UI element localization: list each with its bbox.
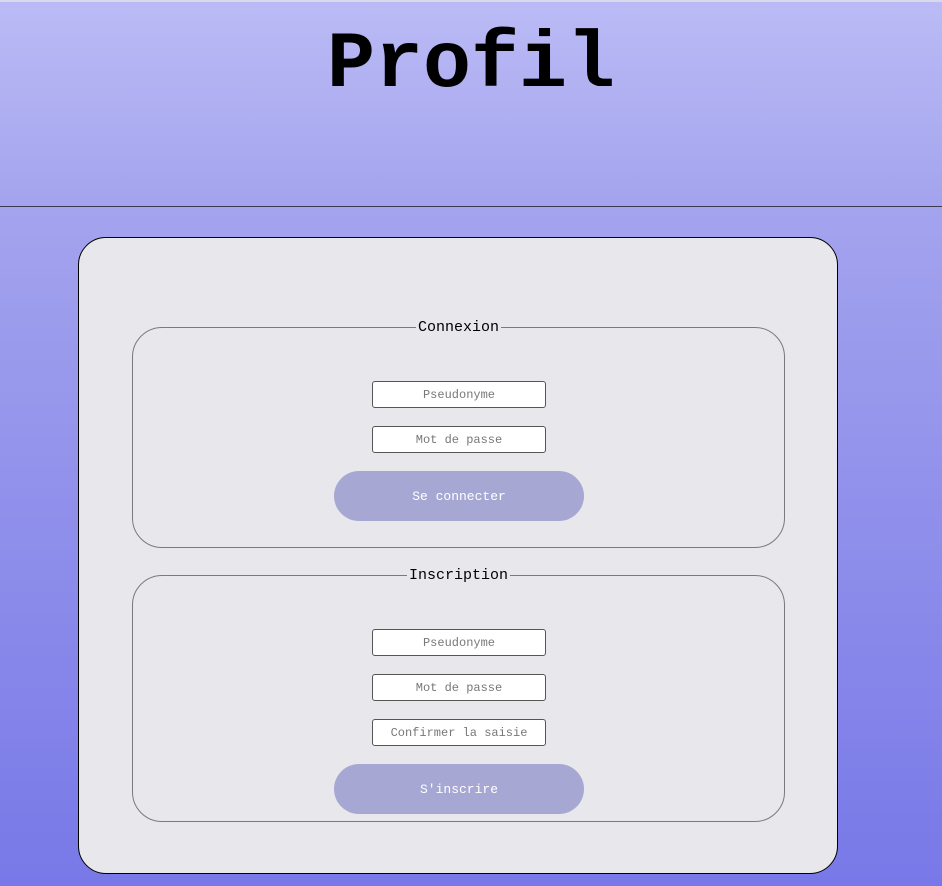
signup-username-input[interactable] xyxy=(372,629,546,656)
signup-legend: Inscription xyxy=(408,567,509,584)
login-fieldset: Connexion Se connecter xyxy=(132,319,785,548)
signup-confirm-input[interactable] xyxy=(372,719,546,746)
signup-fieldset: Inscription S'inscrire xyxy=(132,567,785,822)
profile-card: Connexion Se connecter Inscription S'ins… xyxy=(78,237,838,874)
login-legend: Connexion xyxy=(417,319,499,336)
page-header: Profil xyxy=(0,2,942,207)
signup-password-input[interactable] xyxy=(372,674,546,701)
login-button[interactable]: Se connecter xyxy=(334,471,584,521)
page-title: Profil xyxy=(326,20,616,111)
login-username-input[interactable] xyxy=(372,381,546,408)
signup-button[interactable]: S'inscrire xyxy=(334,764,584,814)
login-password-input[interactable] xyxy=(372,426,546,453)
